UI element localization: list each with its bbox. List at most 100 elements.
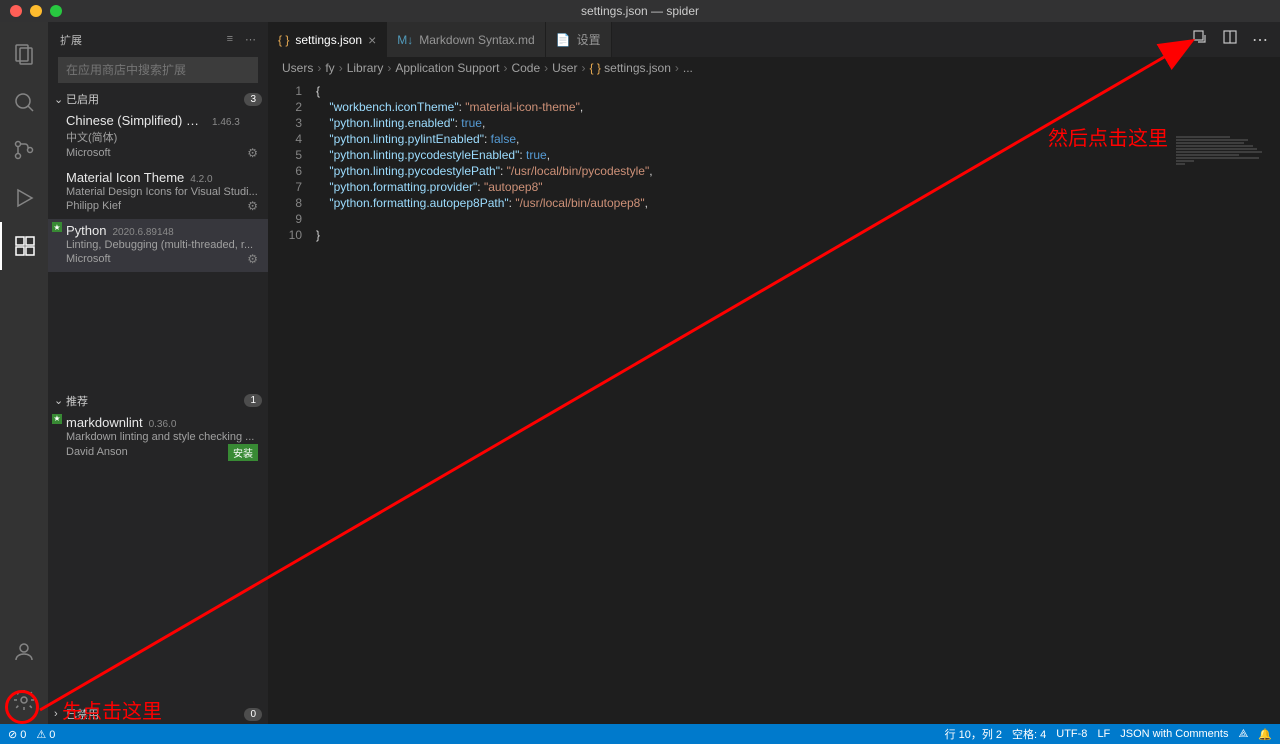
window-maximize-button[interactable] bbox=[50, 5, 62, 17]
settings-gear-icon[interactable] bbox=[0, 676, 48, 724]
extension-item[interactable]: Chinese (Simplified) Langua... 1.46.3 中文(… bbox=[48, 109, 268, 166]
line-number: 3 bbox=[268, 115, 302, 131]
code-line[interactable]: "python.linting.pycodestyleEnabled": tru… bbox=[316, 147, 1280, 163]
extension-name: markdownlint bbox=[66, 415, 143, 430]
status-item[interactable]: 🔔 bbox=[1258, 728, 1272, 741]
close-icon[interactable]: × bbox=[368, 32, 376, 48]
line-number: 4 bbox=[268, 131, 302, 147]
line-number: 10 bbox=[268, 227, 302, 243]
star-badge: ★ bbox=[52, 222, 62, 232]
extension-name: Material Icon Theme bbox=[66, 170, 184, 185]
status-bar: ⊘ 0 ⚠ 0 行 10，列 2 空格: 4 UTF-8 LF JSON with Com… bbox=[0, 724, 1280, 744]
breadcrumb[interactable]: Users›fy›Library›Application Support›Cod… bbox=[268, 57, 1280, 79]
titlebar: settings.json — spider bbox=[0, 0, 1280, 22]
accounts-icon[interactable] bbox=[0, 628, 48, 676]
breadcrumb-item[interactable]: ... bbox=[683, 61, 693, 75]
section-recommended[interactable]: ⌄推荐 1 bbox=[48, 391, 268, 411]
extension-item[interactable]: Material Icon Theme4.2.0 Material Design… bbox=[48, 166, 268, 219]
code-line[interactable]: { bbox=[316, 83, 1280, 99]
extension-search-input[interactable] bbox=[58, 57, 258, 83]
extension-description: Markdown linting and style checking ... bbox=[66, 431, 258, 443]
search-icon[interactable] bbox=[0, 78, 48, 126]
line-number: 9 bbox=[268, 211, 302, 227]
extension-name: Chinese (Simplified) Langua... bbox=[66, 113, 206, 128]
line-number: 7 bbox=[268, 179, 302, 195]
chevron-right-icon: › bbox=[317, 61, 321, 75]
chevron-right-icon: › bbox=[544, 61, 548, 75]
file-icon: 📄 bbox=[556, 33, 571, 47]
chevron-right-icon: › bbox=[581, 61, 585, 75]
status-item[interactable]: LF bbox=[1097, 728, 1110, 740]
code-line[interactable]: "python.linting.pycodestylePath": "/usr/… bbox=[316, 163, 1280, 179]
gear-icon[interactable]: ⚙ bbox=[247, 146, 258, 160]
code-line[interactable]: "python.linting.pylintEnabled": false, bbox=[316, 131, 1280, 147]
star-badge: ★ bbox=[52, 414, 62, 424]
breadcrumb-item[interactable]: Code bbox=[511, 61, 540, 75]
tab-label: 设置 bbox=[577, 31, 601, 48]
code-line[interactable]: "workbench.iconTheme": "material-icon-th… bbox=[316, 99, 1280, 115]
status-item[interactable]: 行 10，列 2 bbox=[945, 726, 1002, 742]
editor-tab[interactable]: M↓ Markdown Syntax.md bbox=[387, 22, 545, 57]
extension-description: Linting, Debugging (multi-threaded, r... bbox=[66, 239, 258, 251]
code-line[interactable]: } bbox=[316, 227, 1280, 243]
status-item[interactable]: UTF-8 bbox=[1056, 728, 1087, 740]
code-line[interactable]: "python.formatting.autopep8Path": "/usr/… bbox=[316, 195, 1280, 211]
run-debug-icon[interactable] bbox=[0, 174, 48, 222]
explorer-icon[interactable] bbox=[0, 30, 48, 78]
tab-bar: { } settings.json × M↓ Markdown Syntax.m… bbox=[268, 22, 1280, 57]
activity-bar bbox=[0, 22, 48, 724]
extension-version: 0.36.0 bbox=[149, 419, 177, 430]
breadcrumb-item[interactable]: Users bbox=[282, 61, 313, 75]
extension-description: 中文(简体) bbox=[66, 129, 258, 145]
chevron-right-icon: › bbox=[54, 708, 62, 720]
gear-icon[interactable]: ⚙ bbox=[247, 252, 258, 266]
code-editor[interactable]: 12345678910 { "workbench.iconTheme": "ma… bbox=[268, 79, 1280, 724]
status-item[interactable]: 空格: 4 bbox=[1012, 726, 1046, 742]
status-item[interactable]: ⟁ bbox=[1238, 728, 1248, 741]
extension-item[interactable]: ★ markdownlint 0.36.0 Markdown linting an… bbox=[48, 411, 268, 467]
editor-area: { } settings.json × M↓ Markdown Syntax.m… bbox=[268, 22, 1280, 724]
breadcrumb-item[interactable]: { } settings.json bbox=[589, 61, 670, 75]
file-icon: { } bbox=[278, 33, 289, 47]
extension-publisher: David Anson bbox=[66, 446, 128, 458]
breadcrumb-item[interactable]: Application Support bbox=[395, 61, 499, 75]
extension-name: Python bbox=[66, 223, 106, 238]
tab-label: Markdown Syntax.md bbox=[419, 33, 534, 47]
line-number: 8 bbox=[268, 195, 302, 211]
section-enabled[interactable]: ⌄已启用 3 bbox=[48, 89, 268, 109]
window-close-button[interactable] bbox=[10, 5, 22, 17]
extension-item[interactable]: ★ Python 2020.6.89148 Linting, Debugging … bbox=[48, 219, 268, 272]
extensions-icon[interactable] bbox=[0, 222, 48, 270]
minimap[interactable] bbox=[1176, 136, 1266, 186]
breadcrumb-item[interactable]: fy bbox=[325, 61, 334, 75]
more-icon[interactable]: ⋯ bbox=[245, 33, 256, 46]
filter-icon[interactable]: ≡ bbox=[227, 33, 233, 46]
install-button[interactable]: 安装 bbox=[228, 444, 258, 461]
line-number: 1 bbox=[268, 83, 302, 99]
split-editor-icon[interactable] bbox=[1222, 29, 1238, 50]
breadcrumb-item[interactable]: Library bbox=[347, 61, 384, 75]
status-item[interactable]: JSON with Comments bbox=[1120, 728, 1228, 740]
extension-version: 2020.6.89148 bbox=[112, 227, 173, 238]
code-line[interactable]: "python.formatting.provider": "autopep8" bbox=[316, 179, 1280, 195]
gear-icon[interactable]: ⚙ bbox=[247, 199, 258, 213]
code-line[interactable] bbox=[316, 211, 1280, 227]
status-item[interactable]: ⚠ 0 bbox=[36, 728, 55, 741]
more-actions-icon[interactable]: ⋯ bbox=[1252, 30, 1268, 50]
open-settings-json-icon[interactable] bbox=[1192, 29, 1208, 50]
editor-tab[interactable]: 📄 设置 bbox=[546, 22, 612, 57]
source-control-icon[interactable] bbox=[0, 126, 48, 174]
chevron-down-icon: ⌄ bbox=[54, 394, 62, 407]
extension-version: 1.46.3 bbox=[212, 117, 240, 128]
line-number: 5 bbox=[268, 147, 302, 163]
window-title: settings.json — spider bbox=[581, 4, 699, 18]
editor-tab[interactable]: { } settings.json × bbox=[268, 22, 387, 57]
chevron-right-icon: › bbox=[339, 61, 343, 75]
extension-publisher: Microsoft bbox=[66, 253, 111, 265]
breadcrumb-item[interactable]: User bbox=[552, 61, 577, 75]
chevron-right-icon: › bbox=[387, 61, 391, 75]
window-minimize-button[interactable] bbox=[30, 5, 42, 17]
code-line[interactable]: "python.linting.enabled": true, bbox=[316, 115, 1280, 131]
section-disabled[interactable]: ›已禁用 0 bbox=[48, 704, 268, 724]
status-item[interactable]: ⊘ 0 bbox=[8, 728, 26, 741]
